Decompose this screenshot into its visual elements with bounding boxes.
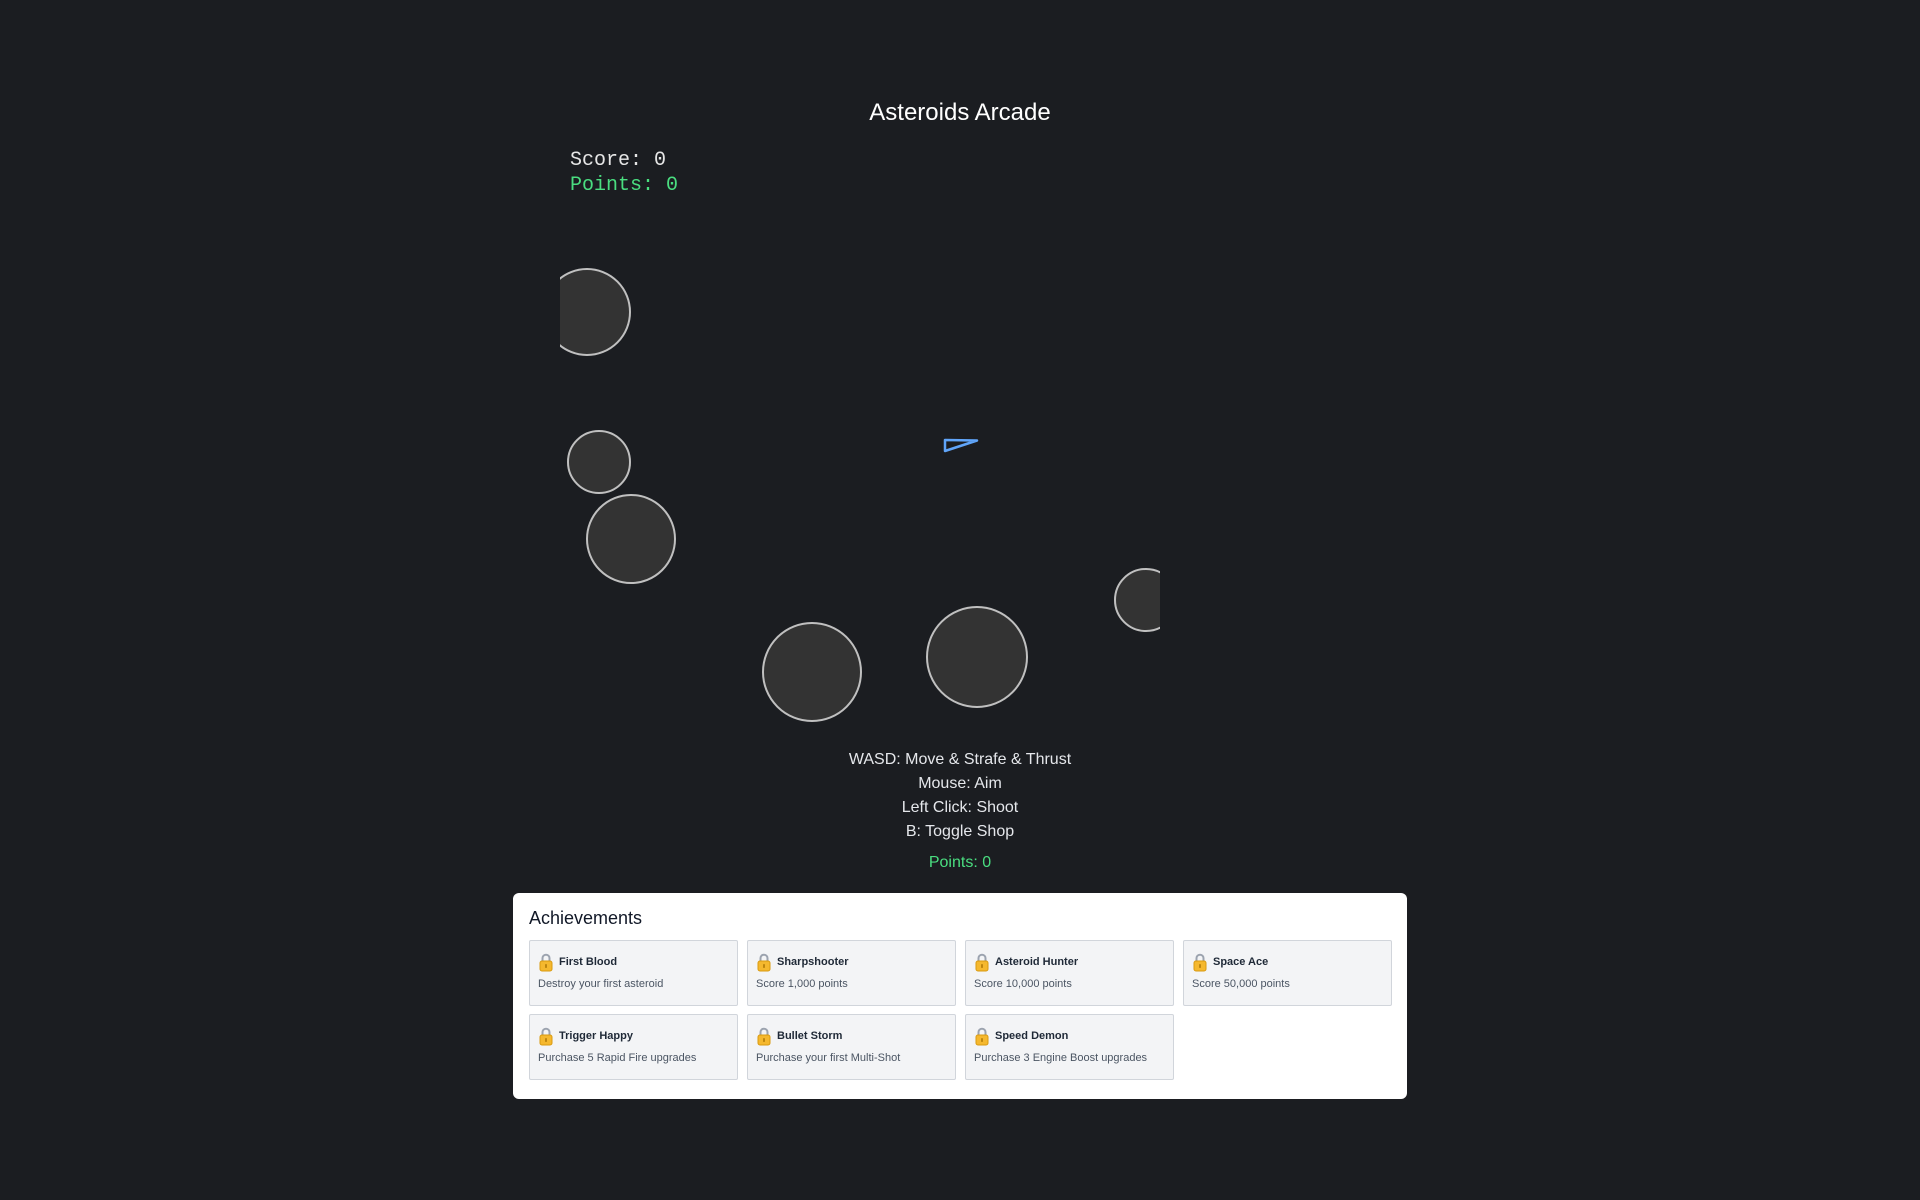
achievement-description: Purchase your first Multi-Shot (756, 1052, 901, 1064)
lock-icon (1192, 952, 1208, 972)
controls-help: WASD: Move & Strafe & Thrust Mouse: Aim … (0, 748, 1920, 844)
achievement-name: Speed Demon (995, 1030, 1069, 1042)
achievements-grid: First Blood Destroy your first asteroid Sh… (529, 940, 1392, 1080)
achievement-card: First Blood Destroy your first asteroid (529, 940, 738, 1006)
hud-score: Score: 0 (570, 149, 667, 172)
achievement-description: Purchase 5 Rapid Fire upgrades (538, 1052, 697, 1064)
achievement-card: Space Ace Score 50,000 points (1183, 940, 1392, 1006)
achievement-header: Asteroid Hunter (974, 952, 1165, 972)
achievement-header: First Blood (538, 952, 729, 972)
ship-triangle-icon (943, 438, 979, 453)
achievement-name: Space Ace (1213, 956, 1269, 968)
achievement-card: Asteroid Hunter Score 10,000 points (965, 940, 1174, 1006)
achievement-name: Trigger Happy (559, 1030, 633, 1042)
control-shoot: Left Click: Shoot (901, 799, 1019, 816)
game-field[interactable] (560, 145, 1160, 745)
achievement-header: Trigger Happy (538, 1026, 729, 1046)
points-display: Points: 0 (928, 854, 992, 871)
achievement-description: Score 10,000 points (974, 978, 1072, 990)
achievement-name: Asteroid Hunter (995, 956, 1079, 968)
achievement-header: Speed Demon (974, 1026, 1165, 1046)
achievement-description: Score 50,000 points (1192, 978, 1290, 990)
lock-icon (756, 1026, 772, 1046)
asteroid (567, 430, 631, 494)
achievement-header: Sharpshooter (756, 952, 947, 972)
asteroid (926, 606, 1028, 708)
achievement-header: Bullet Storm (756, 1026, 947, 1046)
achievement-description: Score 1,000 points (756, 978, 848, 990)
asteroid (560, 268, 631, 356)
asteroid (586, 494, 676, 584)
page-title: Asteroids Arcade (869, 99, 1051, 126)
achievement-header: Space Ace (1192, 952, 1383, 972)
asteroid (1114, 568, 1160, 632)
achievement-card: Speed Demon Purchase 3 Engine Boost upgra… (965, 1014, 1174, 1080)
achievements-panel: Achievements First Blood Destroy your fir… (513, 893, 1407, 1099)
control-move: WASD: Move & Strafe & Thrust (848, 751, 1072, 768)
achievements-title: Achievements (529, 908, 643, 928)
control-shop: B: Toggle Shop (905, 823, 1015, 840)
achievement-name: First Blood (559, 956, 618, 968)
achievement-card: Sharpshooter Score 1,000 points (747, 940, 956, 1006)
lock-icon (538, 952, 554, 972)
control-aim: Mouse: Aim (918, 775, 1002, 792)
achievement-card: Bullet Storm Purchase your first Multi-Sh… (747, 1014, 956, 1080)
asteroid (762, 622, 862, 722)
achievement-name: Bullet Storm (777, 1030, 843, 1042)
hud-points: Points: 0 (570, 174, 679, 197)
game-canvas[interactable]: Score: 0 Points: 0 (560, 145, 1160, 745)
achievement-description: Purchase 3 Engine Boost upgrades (974, 1052, 1148, 1064)
asteroid-field (560, 268, 1160, 722)
achievement-card: Trigger Happy Purchase 5 Rapid Fire upgra… (529, 1014, 738, 1080)
lock-icon (974, 1026, 990, 1046)
lock-icon (756, 952, 772, 972)
lock-icon (538, 1026, 554, 1046)
achievement-name: Sharpshooter (777, 956, 849, 968)
lock-icon (974, 952, 990, 972)
achievement-description: Destroy your first asteroid (538, 978, 664, 990)
